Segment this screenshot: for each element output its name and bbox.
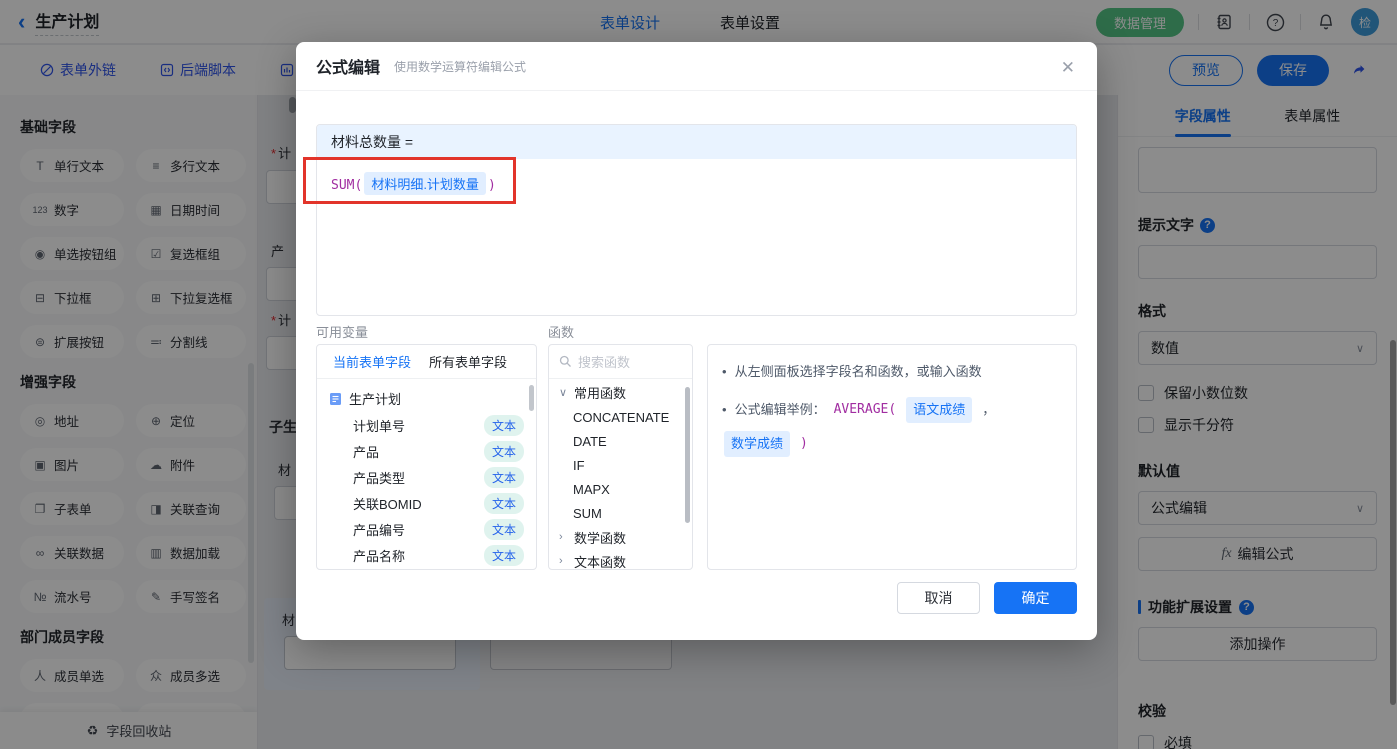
variable-row[interactable]: 产品类型 文本	[317, 464, 536, 490]
confirm-button[interactable]: 确定	[994, 582, 1077, 614]
field-type-tag: 文本	[483, 414, 524, 436]
functions-scrollbar-thumb[interactable]	[685, 387, 690, 523]
tab-all-form-fields[interactable]: 所有表单字段	[429, 352, 507, 371]
function-item[interactable]: MAPX	[549, 477, 692, 501]
help-line-2-prefix: 公式编辑举例：	[734, 402, 826, 417]
function-item[interactable]: DATE	[549, 429, 692, 453]
modal-subtitle: 使用数学运算符编辑公式	[394, 59, 527, 74]
form-doc-icon	[330, 392, 341, 405]
help-line-1: 从左侧面板选择字段名和函数，或输入函数	[734, 364, 982, 379]
formula-editor: 材料总数量 = SUM(材料明细.计划数量)	[316, 124, 1077, 316]
example-function-token: AVERAGE(	[833, 402, 897, 417]
variable-row[interactable]: 产品名称 文本	[317, 542, 536, 568]
field-type-tag: 文本	[483, 518, 524, 540]
function-group-text[interactable]: › 文本函数	[549, 549, 692, 570]
bullet: •	[722, 364, 727, 379]
formula-target: 材料总数量 =	[317, 125, 1076, 159]
field-type-tag: 文本	[483, 440, 524, 462]
example-field-chip: 语文成绩	[906, 397, 973, 423]
functions-panel: 搜索函数 ∨ 常用函数 CONCATENATE DATE IF MAPX SUM …	[548, 344, 693, 570]
variable-row[interactable]: 计划单号 文本	[317, 412, 536, 438]
formula-edit-modal: 公式编辑 使用数学运算符编辑公式 ✕ 材料总数量 = SUM(材料明细.计划数量…	[296, 42, 1097, 640]
annotation-highlight-box	[303, 157, 516, 204]
tab-current-form-fields[interactable]: 当前表单字段	[333, 352, 411, 371]
search-icon	[559, 355, 571, 367]
field-type-tag: 文本	[483, 492, 524, 514]
available-variables-label: 可用变量	[316, 325, 369, 340]
chevron-right-icon: ›	[559, 531, 563, 543]
variable-row[interactable]: 产品 文本	[317, 438, 536, 464]
field-type-tag: 文本	[483, 544, 524, 566]
function-item[interactable]: IF	[549, 453, 692, 477]
chevron-right-icon: ›	[559, 555, 563, 567]
function-search-input[interactable]: 搜索函数	[549, 345, 692, 379]
variables-root-node[interactable]: 生产计划	[317, 379, 536, 412]
example-close-paren: )	[800, 436, 808, 451]
function-group-math[interactable]: › 数学函数	[549, 525, 692, 549]
cancel-button[interactable]: 取消	[897, 582, 980, 614]
close-icon[interactable]: ✕	[1061, 58, 1075, 78]
formula-help-panel: • 从左侧面板选择字段名和函数，或输入函数 • 公式编辑举例： AVERAGE(…	[707, 344, 1077, 570]
variable-row-partial[interactable]: 文本	[317, 568, 536, 569]
variable-row[interactable]: 关联BOMID 文本	[317, 490, 536, 516]
variables-scrollbar-thumb[interactable]	[529, 385, 534, 411]
example-field-chip: 数学成绩	[724, 431, 791, 457]
search-placeholder: 搜索函数	[578, 355, 631, 370]
function-item[interactable]: CONCATENATE	[549, 405, 692, 429]
function-group-common[interactable]: ∨ 常用函数	[549, 379, 692, 405]
variables-panel: 当前表单字段 所有表单字段 生产计划 计划单号 文本 产品 文本 产品类型 文本 关联…	[316, 344, 537, 570]
functions-label: 函数	[548, 325, 575, 340]
chevron-down-icon: ∨	[559, 386, 568, 399]
bullet: •	[722, 402, 727, 417]
variable-row[interactable]: 产品编号 文本	[317, 516, 536, 542]
modal-title: 公式编辑	[316, 60, 381, 77]
example-comma: ，	[982, 402, 996, 417]
function-item[interactable]: SUM	[549, 501, 692, 525]
field-type-tag: 文本	[483, 466, 524, 488]
